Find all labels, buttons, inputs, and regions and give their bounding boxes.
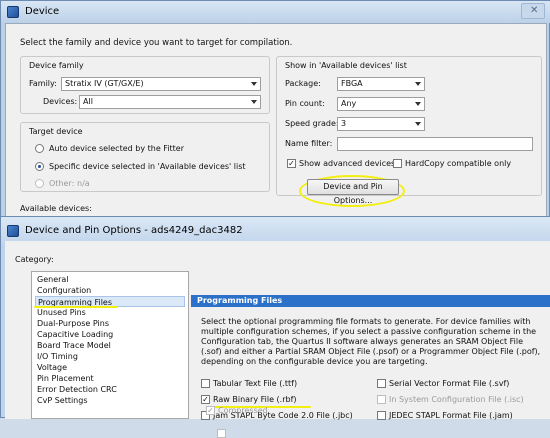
tabular-text-label: Tabular Text File (.ttf) — [213, 379, 298, 388]
family-label: Family: — [29, 79, 57, 88]
family-select-value: Stratix IV (GT/GX/E) — [65, 79, 144, 88]
available-devices-label: Available devices: — [20, 204, 92, 213]
dialog-titlebar[interactable]: Device and Pin Options - ads4249_dac3482 — [1, 217, 550, 243]
quartus-app-icon — [7, 6, 19, 18]
category-item-capacitive-loading[interactable]: Capacitive Loading — [35, 329, 185, 340]
dialog-body: Category: General Configuration Programm… — [5, 241, 550, 438]
family-select[interactable]: Stratix IV (GT/GX/E) — [61, 77, 261, 91]
check-icon: ✓ — [207, 406, 214, 415]
jedec-stapl-label: JEDEC STAPL Format File (.jam) — [389, 411, 513, 420]
device-family-group: Device family Family: Stratix IV (GT/GX/… — [20, 56, 270, 114]
speed-grade-select-value: 3 — [341, 119, 347, 128]
tabular-text-checkbox[interactable] — [201, 379, 210, 388]
jedec-stapl-checkbox[interactable] — [377, 411, 386, 420]
device-body: Select the family and device you want to… — [5, 23, 547, 221]
category-item-cvp-settings[interactable]: CvP Settings — [35, 395, 185, 406]
serial-vector-label: Serial Vector Format File (.svf) — [389, 379, 510, 388]
compressed-checkbox[interactable] — [217, 429, 226, 438]
panel-description: Select the optional programming file for… — [201, 317, 541, 366]
package-select[interactable]: FBGA — [337, 77, 425, 91]
in-system-config-checkbox[interactable] — [377, 395, 386, 404]
devices-label: Devices: — [43, 97, 78, 106]
category-highlight-annotation — [34, 306, 118, 308]
show-in-list-group-label: Show in 'Available devices' list — [285, 61, 407, 70]
device-family-group-label: Device family — [29, 61, 84, 70]
panel-title: Programming Files — [197, 296, 283, 305]
chevron-down-icon — [415, 122, 421, 126]
hardcopy-label: HardCopy compatible only — [405, 159, 512, 168]
serial-vector-checkbox[interactable] — [377, 379, 386, 388]
programming-files-panel: Programming Files Select the optional pr… — [191, 295, 550, 420]
compressed-option: ✓ Compressed — [206, 405, 286, 417]
category-label: Category: — [15, 255, 54, 264]
category-item-general[interactable]: General — [35, 274, 185, 285]
raw-binary-label: Raw Binary File (.rbf) — [213, 395, 297, 404]
raw-binary-checkbox[interactable]: ✓ — [201, 395, 210, 404]
quartus-app-icon — [7, 225, 19, 237]
show-advanced-checkbox[interactable]: ✓ — [287, 159, 296, 168]
category-item-pin-placement[interactable]: Pin Placement — [35, 373, 185, 384]
device-window-title: Device — [25, 6, 60, 17]
category-item-dual-purpose-pins[interactable]: Dual-Purpose Pins — [35, 318, 185, 329]
compressed-label: Compressed — [218, 406, 268, 415]
hardcopy-checkbox[interactable] — [393, 159, 402, 168]
check-icon: ✓ — [288, 159, 295, 168]
check-icon: ✓ — [202, 395, 209, 404]
category-item-unused-pins[interactable]: Unused Pins — [35, 307, 185, 318]
name-filter-label: Name filter: — [285, 139, 333, 148]
panel-header: Programming Files — [191, 295, 550, 307]
chevron-down-icon — [251, 82, 257, 86]
chevron-down-icon — [415, 102, 421, 106]
category-item-io-timing[interactable]: I/O Timing — [35, 351, 185, 362]
compressed-checkbox[interactable]: ✓ — [206, 406, 215, 415]
show-in-list-group: Show in 'Available devices' list Package… — [276, 56, 542, 207]
specific-device-radio[interactable] — [35, 162, 44, 171]
category-list: General Configuration Programming Files … — [31, 271, 189, 419]
show-advanced-label: Show advanced devices — [299, 159, 396, 168]
auto-device-radio[interactable] — [35, 144, 44, 153]
device-titlebar[interactable]: Device ✕ — [1, 1, 550, 23]
devices-select[interactable]: All — [79, 95, 261, 109]
device-window: Device ✕ Select the family and device yo… — [0, 0, 550, 221]
instruction-text: Select the family and device you want to… — [20, 38, 293, 48]
pin-count-select[interactable]: Any — [337, 97, 425, 111]
other-device-radio[interactable] — [35, 179, 44, 188]
close-icon: ✕ — [530, 5, 539, 16]
specific-device-label: Specific device selected in 'Available d… — [49, 162, 246, 171]
devices-select-value: All — [83, 97, 93, 106]
device-pin-options-dialog: Device and Pin Options - ads4249_dac3482… — [0, 216, 550, 438]
other-label: Other: — [49, 179, 75, 188]
chevron-down-icon — [415, 82, 421, 86]
speed-grade-label: Speed grade: — [285, 119, 339, 128]
other-value: n/a — [77, 179, 90, 188]
target-device-group-label: Target device — [29, 127, 83, 136]
dialog-title: Device and Pin Options - ads4249_dac3482 — [25, 225, 243, 236]
auto-device-label: Auto device selected by the Fitter — [49, 144, 185, 153]
in-system-config-label: In System Configuration File (.isc) — [389, 395, 524, 404]
pin-count-label: Pin count: — [285, 99, 325, 108]
category-item-configuration[interactable]: Configuration — [35, 285, 185, 296]
category-item-board-trace-model[interactable]: Board Trace Model — [35, 340, 185, 351]
category-item-voltage[interactable]: Voltage — [35, 362, 185, 373]
pin-count-select-value: Any — [341, 99, 357, 108]
device-pin-options-button[interactable]: Device and Pin Options... — [307, 179, 399, 205]
package-select-value: FBGA — [341, 79, 363, 88]
name-filter-input[interactable] — [337, 137, 533, 151]
package-label: Package: — [285, 79, 321, 88]
speed-grade-select[interactable]: 3 — [337, 117, 425, 131]
chevron-down-icon — [251, 100, 257, 104]
target-device-group: Target device Auto device selected by th… — [20, 122, 270, 192]
category-item-error-detection-crc[interactable]: Error Detection CRC — [35, 384, 185, 395]
close-window-button[interactable]: ✕ — [521, 3, 545, 19]
